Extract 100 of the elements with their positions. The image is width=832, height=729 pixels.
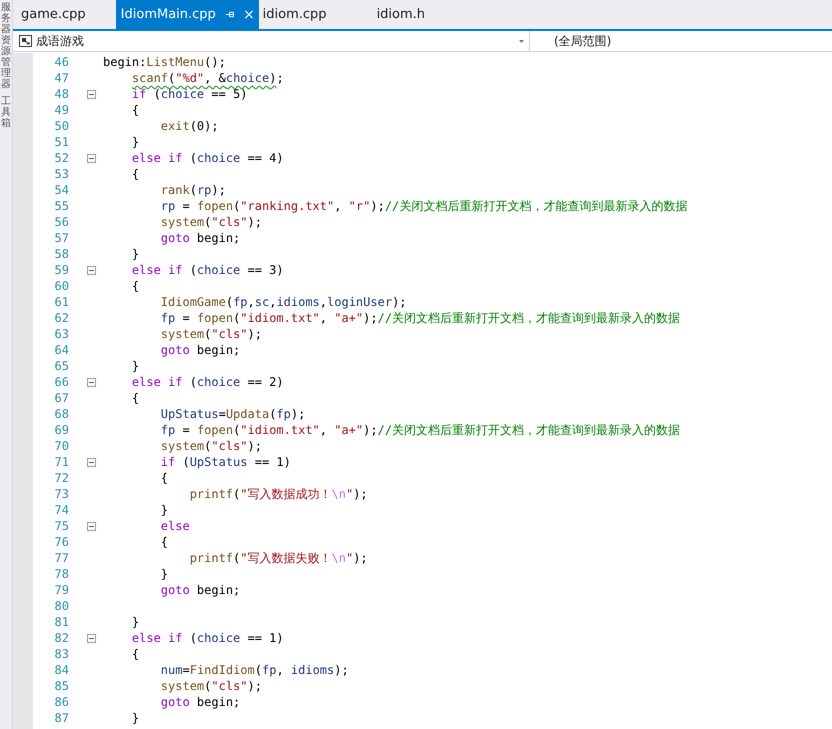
line-number: 81 xyxy=(54,615,69,629)
line-number: 76 xyxy=(54,535,69,549)
line-number: 53 xyxy=(54,167,69,181)
line-number: 59 xyxy=(54,263,69,277)
line-number: 66 xyxy=(54,375,69,389)
line-number: 74 xyxy=(54,503,69,517)
code-line: rp = fopen("ranking.txt", "r");//关闭文档后重新打开文档，才能查询到最新录入的数据 xyxy=(160,198,688,214)
collapse-icon[interactable] xyxy=(87,458,96,466)
code-line: fp = fopen("idiom.txt", "a+");//关闭文档后重新打开文档，才能查询到最新录入的数据 xyxy=(160,310,680,326)
project-dropdown[interactable]: 成语游戏 xyxy=(13,31,530,51)
side-panel-tab[interactable]: 工具箱 xyxy=(1,96,11,129)
line-number: 50 xyxy=(54,119,69,133)
collapse-icon[interactable] xyxy=(87,634,96,642)
code-line: system("cls"); xyxy=(160,327,262,341)
code-line: fp = fopen("idiom.txt", "a+");//关闭文档后重新打开文档，才能查询到最新录入的数据 xyxy=(160,422,680,438)
code-line: { xyxy=(160,535,168,549)
code-line: { xyxy=(132,391,140,405)
code-line: printf("写入数据成功！\n"); xyxy=(190,486,368,502)
line-number: 46 xyxy=(54,55,69,69)
line-number: 80 xyxy=(54,599,69,613)
line-number: 65 xyxy=(54,359,69,373)
code-line: rank(rp); xyxy=(160,183,226,197)
scope-dropdown[interactable]: (全局范围) xyxy=(554,32,612,50)
file-tab[interactable]: idiom.cpp xyxy=(258,0,333,29)
line-number: 70 xyxy=(54,439,69,453)
line-number: 64 xyxy=(54,343,69,357)
code-line: exit(0); xyxy=(160,119,219,133)
code-line: scanf("%d", &choice); xyxy=(132,71,284,85)
line-number: 84 xyxy=(54,663,69,677)
code-line: begin:ListMenu(); xyxy=(103,55,226,69)
code-line: } xyxy=(132,711,140,725)
code-line: else if (choice == 4) xyxy=(132,151,284,165)
collapse-icon[interactable] xyxy=(87,378,96,386)
file-tab[interactable]: game.cpp xyxy=(17,0,92,29)
project-icon xyxy=(19,35,32,47)
line-number: 71 xyxy=(54,455,69,469)
code-line: system("cls"); xyxy=(160,215,262,229)
collapse-icon[interactable] xyxy=(87,154,96,162)
code-line: goto begin; xyxy=(160,583,240,597)
line-number: 83 xyxy=(54,647,69,661)
code-line: else if (choice == 1) xyxy=(132,631,284,645)
line-number: 85 xyxy=(54,679,69,693)
pin-icon[interactable] xyxy=(226,10,235,19)
code-line: } xyxy=(160,503,168,517)
line-number: 48 xyxy=(54,87,69,101)
code-line: IdiomGame(fp,sc,idioms,loginUser); xyxy=(160,295,407,309)
code-line: num=FindIdiom(fp, idioms); xyxy=(160,663,349,677)
line-number: 79 xyxy=(54,583,69,597)
code-line: UpStatus=Updata(fp); xyxy=(160,407,306,421)
code-line: } xyxy=(132,135,140,149)
line-number: 58 xyxy=(54,247,69,261)
line-number: 78 xyxy=(54,567,69,581)
line-number: 69 xyxy=(54,423,69,437)
line-number: 87 xyxy=(54,711,69,725)
code-line: goto begin; xyxy=(160,695,240,709)
line-number: 72 xyxy=(54,471,69,485)
code-line: } xyxy=(132,359,140,373)
code-line: { xyxy=(132,167,140,181)
line-number: 75 xyxy=(54,519,69,533)
line-number: 51 xyxy=(54,135,69,149)
side-panel-tab[interactable]: 服务器资源管理器 xyxy=(1,2,11,90)
close-icon[interactable] xyxy=(244,10,253,19)
line-number: 52 xyxy=(54,151,69,165)
line-number: 82 xyxy=(54,631,69,645)
code-line: system("cls"); xyxy=(160,439,262,453)
collapse-icon[interactable] xyxy=(87,90,96,98)
collapse-icon[interactable] xyxy=(87,266,96,274)
collapse-icon[interactable] xyxy=(87,522,96,530)
line-number: 68 xyxy=(54,407,69,421)
line-number: 67 xyxy=(54,391,69,405)
code-line: } xyxy=(160,567,168,581)
code-line: system("cls"); xyxy=(160,679,262,693)
line-number: 55 xyxy=(54,199,69,213)
code-line: { xyxy=(132,279,140,293)
code-line: else xyxy=(160,519,190,533)
line-number: 54 xyxy=(54,183,69,197)
line-number: 61 xyxy=(54,295,69,309)
caret-icon xyxy=(519,40,524,42)
code-line: else if (choice == 3) xyxy=(132,263,284,277)
code-line: } xyxy=(132,615,140,629)
file-tab[interactable]: idiom.h xyxy=(372,0,432,29)
code-line: else if (choice == 2) xyxy=(132,375,284,389)
file-tab[interactable]: IdiomMain.cpp xyxy=(116,0,259,29)
line-number: 77 xyxy=(54,551,69,565)
line-number: 47 xyxy=(54,71,69,85)
code-line: } xyxy=(132,247,140,261)
code-line: if (UpStatus == 1) xyxy=(160,455,291,469)
code-line: { xyxy=(160,471,168,485)
line-number: 56 xyxy=(54,215,69,229)
line-number: 63 xyxy=(54,327,69,341)
code-line: goto begin; xyxy=(160,343,240,357)
line-number: 57 xyxy=(54,231,69,245)
line-number: 73 xyxy=(54,487,69,501)
line-number: 60 xyxy=(54,279,69,293)
code-line: printf("写入数据失败！\n"); xyxy=(190,550,368,566)
line-number: 62 xyxy=(54,311,69,325)
line-number: 49 xyxy=(54,103,69,117)
code-line: goto begin; xyxy=(160,231,240,245)
code-line: if (choice == 5) xyxy=(132,87,248,101)
code-line: { xyxy=(132,647,140,661)
